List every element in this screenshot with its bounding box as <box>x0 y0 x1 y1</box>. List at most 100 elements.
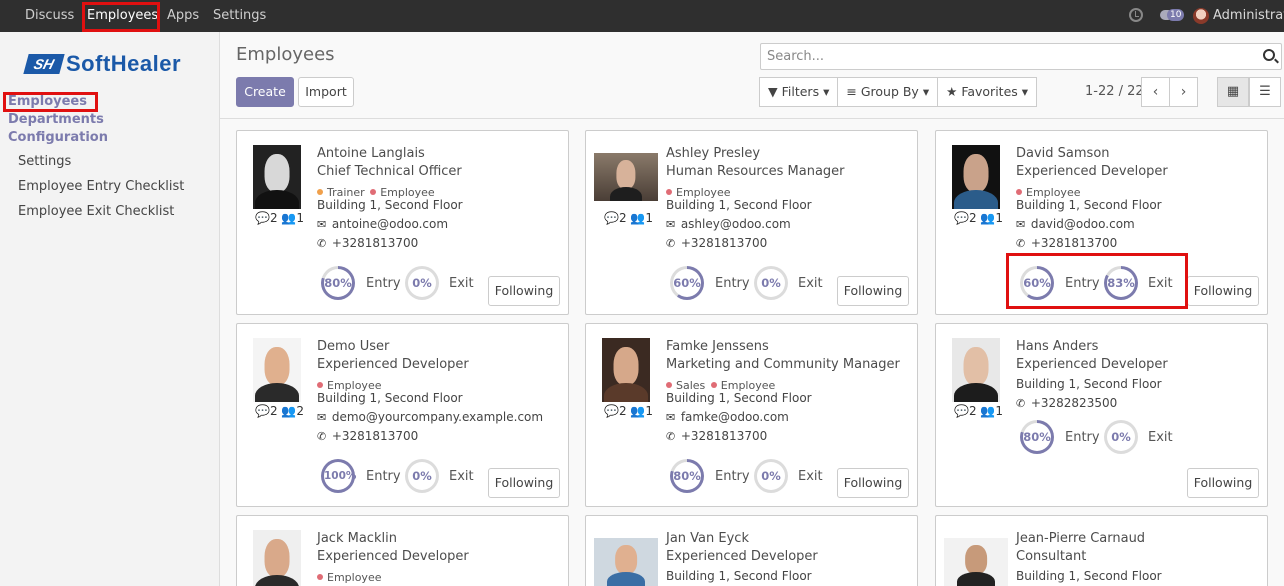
search-input[interactable]: Search... <box>767 49 824 64</box>
users-icon: 👥 <box>630 404 646 418</box>
phone-icon: ✆ <box>317 237 327 250</box>
employee-card[interactable]: 💬2 👥1 Antoine Langlais Chief Technical O… <box>236 130 569 315</box>
exit-progress-circle[interactable]: 0% <box>405 459 439 493</box>
sidebar-item-departments[interactable]: Departments <box>8 112 104 127</box>
message-follower-counts: 💬2 👥1 <box>954 211 1003 225</box>
employee-name[interactable]: Demo User <box>317 339 389 354</box>
email-value: antoine@odoo.com <box>331 217 449 231</box>
comments-icon: 💬 <box>604 211 619 225</box>
employee-name[interactable]: Hans Anders <box>1016 339 1098 354</box>
menu-settings[interactable]: Settings <box>213 0 266 32</box>
message-follower-counts: 💬2 👥1 <box>604 211 653 225</box>
user-menu[interactable]: Administrator <box>1213 0 1284 32</box>
following-button[interactable]: Following <box>837 468 909 498</box>
entry-label: Entry <box>715 469 750 484</box>
work-location: Building 1, Second Floor <box>666 391 812 405</box>
employee-name[interactable]: Famke Jenssens <box>666 339 769 354</box>
employee-name[interactable]: David Samson <box>1016 146 1110 161</box>
following-button[interactable]: Following <box>837 276 909 306</box>
exit-label: Exit <box>449 469 474 484</box>
work-location: Building 1, Second Floor <box>317 391 463 405</box>
entry-progress-circle[interactable]: 80% <box>321 266 355 300</box>
menu-apps[interactable]: Apps <box>167 0 199 32</box>
search-icon[interactable] <box>1263 49 1275 61</box>
search-box[interactable]: Search... <box>760 43 1282 70</box>
work-location: Building 1, Second Floor <box>1016 569 1162 583</box>
employee-name[interactable]: Antoine Langlais <box>317 146 425 161</box>
message-count: 2 <box>968 404 977 418</box>
following-button[interactable]: Following <box>488 468 560 498</box>
exit-progress-circle[interactable]: 0% <box>754 459 788 493</box>
sidebar-item-settings[interactable]: Settings <box>18 154 71 169</box>
star-icon: ★ <box>946 84 958 99</box>
exit-progress-circle[interactable]: 0% <box>1104 420 1138 454</box>
pager-next-button[interactable]: › <box>1169 77 1198 107</box>
activity-clock-icon[interactable] <box>1129 8 1143 22</box>
envelope-icon: ✉ <box>666 218 676 231</box>
message-count: 2 <box>618 404 627 418</box>
create-button[interactable]: Create <box>236 77 294 107</box>
entry-label: Entry <box>1065 430 1100 445</box>
comments-icon: 💬 <box>604 404 619 418</box>
following-button[interactable]: Following <box>1187 276 1259 306</box>
sidebar: SH SoftHealer Employees Departments Conf… <box>0 32 220 586</box>
employee-photo <box>594 153 658 201</box>
sidebar-item-configuration[interactable]: Configuration <box>8 130 108 145</box>
job-title: Experienced Developer <box>1016 357 1168 372</box>
favorites-button[interactable]: ★ Favorites ▾ <box>937 77 1038 107</box>
job-title: Experienced Developer <box>1016 164 1168 179</box>
employee-photo <box>253 530 301 586</box>
pager-value[interactable]: 1-22 / 22 <box>1085 84 1144 99</box>
menu-discuss[interactable]: Discuss <box>25 0 74 32</box>
phone-value: +3281813700 <box>331 429 419 443</box>
work-location: Building 1, Second Floor <box>1016 198 1162 212</box>
employee-name[interactable]: Jack Macklin <box>317 531 397 546</box>
filters-label: Filters <box>781 84 820 99</box>
entry-label: Entry <box>715 276 750 291</box>
kanban-view-button[interactable]: ▦ <box>1217 77 1249 107</box>
job-title: Experienced Developer <box>666 549 818 564</box>
work-phone: ✆ +3281813700 <box>666 429 767 443</box>
user-avatar[interactable] <box>1193 8 1209 24</box>
employee-name[interactable]: Jan Van Eyck <box>666 531 749 546</box>
caret-down-icon: ▾ <box>1021 84 1029 99</box>
exit-progress-circle[interactable]: 0% <box>754 266 788 300</box>
employee-card[interactable]: Jack Macklin Experienced Developer Emplo… <box>236 515 569 586</box>
employee-card[interactable]: 💬2 👥2 Demo User Experienced Developer Em… <box>236 323 569 507</box>
filters-button[interactable]: ▼ Filters ▾ <box>759 77 839 107</box>
employee-card[interactable]: 💬2 👥1 Hans Anders Experienced Developer … <box>935 323 1268 507</box>
exit-progress-value: 0% <box>757 269 785 297</box>
employee-name[interactable]: Ashley Presley <box>666 146 760 161</box>
import-button[interactable]: Import <box>298 77 354 107</box>
entry-progress-circle[interactable]: 80% <box>670 459 704 493</box>
following-button[interactable]: Following <box>1187 468 1259 498</box>
entry-progress-circle[interactable]: 80% <box>1020 420 1054 454</box>
message-count: 2 <box>269 211 278 225</box>
group-by-button[interactable]: ≡ Group By ▾ <box>837 77 939 107</box>
work-location: Building 1, Second Floor <box>666 198 812 212</box>
users-icon: 👥 <box>980 211 996 225</box>
entry-progress-circle[interactable]: 100% <box>321 459 356 493</box>
job-title: Consultant <box>1016 549 1087 564</box>
entry-progress-value: 100% <box>324 462 356 490</box>
employee-card[interactable]: 💬2 👥1 Famke Jenssens Marketing and Commu… <box>585 323 918 507</box>
sidebar-item-exit-checklist[interactable]: Employee Exit Checklist <box>18 204 174 219</box>
employee-name[interactable]: Jean-Pierre Carnaud <box>1016 531 1145 546</box>
employee-photo <box>952 145 1000 209</box>
employee-card[interactable]: 💬2 👥1 Ashley Presley Human Resources Man… <box>585 130 918 315</box>
employee-card[interactable]: Jean-Pierre Carnaud Consultant Building … <box>935 515 1268 586</box>
grid-icon: ▦ <box>1226 84 1240 99</box>
exit-progress-circle[interactable]: 0% <box>405 266 439 300</box>
pager-previous-button[interactable]: ‹ <box>1141 77 1170 107</box>
logo-mark: SH <box>23 54 65 74</box>
work-phone: ✆ +3281813700 <box>317 429 418 443</box>
employee-card[interactable]: Jan Van Eyck Experienced Developer Build… <box>585 515 918 586</box>
phone-icon: ✆ <box>666 237 676 250</box>
entry-progress-circle[interactable]: 60% <box>670 266 704 300</box>
page-title: Employees <box>236 44 335 65</box>
following-button[interactable]: Following <box>488 276 560 306</box>
email-value: ashley@odoo.com <box>680 217 791 231</box>
sidebar-item-entry-checklist[interactable]: Employee Entry Checklist <box>18 179 184 194</box>
follower-count: 1 <box>995 211 1004 225</box>
list-view-button[interactable]: ☰ <box>1249 77 1281 107</box>
